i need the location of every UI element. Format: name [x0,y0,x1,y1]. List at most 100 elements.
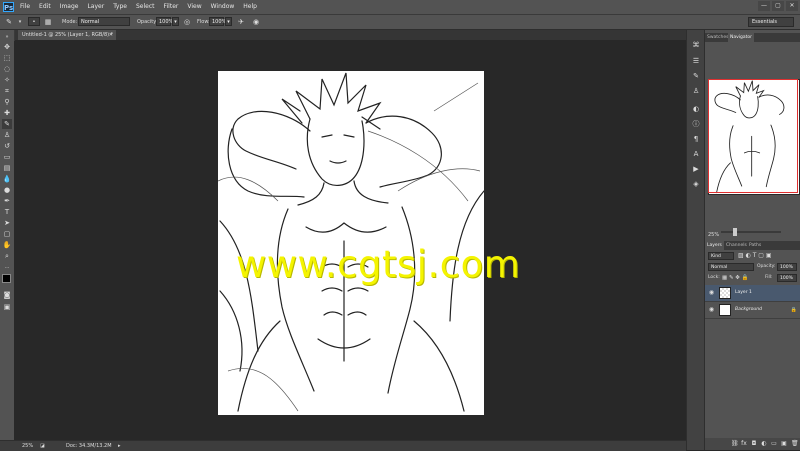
quick-mask-icon[interactable]: ◙ [2,290,12,300]
menu-help[interactable]: Help [243,0,257,14]
dodge-tool-icon[interactable]: ● [2,185,12,195]
character-panel-icon[interactable]: A [691,149,701,159]
layer-style-icon[interactable]: fx [741,438,747,450]
marquee-tool-icon[interactable]: ⬚ [2,53,12,63]
menu-filter[interactable]: Filter [164,0,179,14]
lasso-tool-icon[interactable]: ◌ [2,64,12,74]
airbrush-icon[interactable]: ✈ [237,18,245,26]
menu-bar: Ps File Edit Image Layer Type Select Fil… [0,0,800,15]
mode-label: Mode: [62,19,78,25]
hand-tool-icon[interactable]: ✋ [2,240,12,250]
eye-icon[interactable]: ◉ [708,306,715,313]
history-panel-icon[interactable]: ⌘ [691,40,701,50]
blend-mode-select[interactable]: Normal [708,263,754,271]
healing-brush-tool-icon[interactable]: ✚ [2,108,12,118]
menu-select[interactable]: Select [136,0,155,14]
link-layers-icon[interactable]: ⛓ [731,438,739,450]
menu-view[interactable]: View [187,0,201,14]
navigator-zoom-value[interactable]: 25% [708,232,719,238]
document-tab-bar: Untitled-1 @ 25% (Layer 1, RGB/8) * ✕ [14,30,686,40]
tab-layers[interactable]: Layers [705,241,724,250]
document-tab-close-icon[interactable]: ✕ [109,30,113,40]
color-panel-icon[interactable]: ◈ [691,179,701,189]
workspace-select[interactable]: Essentials [748,17,794,27]
add-mask-icon[interactable]: ◘ [751,438,757,450]
properties-panel-icon[interactable]: ☰ [691,56,701,66]
layer-name[interactable]: Layer 1 [735,285,752,301]
screen-mode-icon[interactable]: ▣ [2,302,12,312]
pen-tool-icon[interactable]: ✒ [2,196,12,206]
menu-image[interactable]: Image [60,0,79,14]
navigator-zoom-slider[interactable] [721,231,781,233]
eyedropper-tool-icon[interactable]: ⚲ [2,97,12,107]
eye-icon[interactable]: ◉ [708,289,715,296]
more-tools-icon[interactable]: … [2,262,12,272]
minimize-button[interactable]: — [758,1,770,11]
type-tool-icon[interactable]: T [2,207,12,217]
opacity-dropdown[interactable]: ▾ [172,17,179,26]
paragraph-panel-icon[interactable]: ¶ [691,134,701,144]
maximize-button[interactable]: ▢ [772,1,784,11]
tab-paths[interactable]: Paths [747,241,763,250]
delete-layer-icon[interactable]: 🗑 [791,438,799,450]
brush-size-picker[interactable]: • [28,17,40,26]
history-brush-tool-icon[interactable]: ↺ [2,141,12,151]
menu-file[interactable]: File [20,0,30,14]
mode-select[interactable]: Normal [78,17,130,26]
brush-panel-icon[interactable]: ▦ [44,18,52,26]
shape-tool-icon[interactable]: ▢ [2,229,12,239]
info-panel-icon[interactable]: ⓘ [691,119,701,129]
fill-input[interactable]: 100% [777,274,797,282]
document-tab[interactable]: Untitled-1 @ 25% (Layer 1, RGB/8) * ✕ [18,30,116,40]
layer-opacity-input[interactable]: 100% [777,263,797,271]
crop-tool-icon[interactable]: ⌗ [2,86,12,96]
adjustment-layer-icon[interactable]: ◐ [761,438,767,450]
layer-filter-kind-select[interactable]: Kind [708,252,734,260]
pressure-size-icon[interactable]: ◉ [252,18,260,26]
flow-input[interactable]: 100% [209,17,226,26]
navigator-zoom-slider-handle[interactable] [733,228,737,236]
canvas-area[interactable]: www.cgtsj.com [14,41,686,440]
layer-name[interactable]: Background [735,302,762,318]
flow-dropdown[interactable]: ▾ [225,17,232,26]
actions-panel-icon[interactable]: ▶ [691,164,701,174]
tab-navigator[interactable]: Navigator [728,33,755,42]
eraser-tool-icon[interactable]: ▭ [2,152,12,162]
menu-layer[interactable]: Layer [87,0,104,14]
menu-window[interactable]: Window [211,0,235,14]
adjustments-panel-icon[interactable]: ◐ [691,104,701,114]
foreground-color-swatch[interactable] [2,274,11,283]
tab-swatches[interactable]: Swatches [705,33,731,42]
brush-tool-icon[interactable]: ✎ [2,119,12,129]
clone-stamp-tool-icon[interactable]: ♙ [2,130,12,140]
gradient-tool-icon[interactable]: ▤ [2,163,12,173]
pressure-opacity-icon[interactable]: ◎ [183,18,191,26]
brush-tool-preset-icon[interactable]: ✎ [5,18,13,26]
move-tool-icon[interactable]: ✥ [2,42,12,52]
zoom-tool-icon[interactable]: ⌕ [2,251,12,261]
preset-dropdown-icon[interactable]: ▾ [16,18,24,26]
new-layer-icon[interactable]: ▣ [781,438,787,450]
panel-dock-strip: ⌘ ☰ ✎ ♙ ◐ ⓘ ¶ A ▶ ◈ [686,30,705,450]
layer-filter-icons[interactable]: ▨ ◐ T ▢ ▣ [738,252,772,260]
fill-label: Fill: [765,275,773,280]
layer-row-layer-1[interactable]: ◉ Layer 1 [705,285,800,302]
clone-source-panel-icon[interactable]: ♙ [691,86,701,96]
blur-tool-icon[interactable]: 💧 [2,174,12,184]
tab-channels[interactable]: Channels [724,241,749,250]
flow-label: Flow: [197,19,210,25]
opacity-input[interactable]: 100% [156,17,173,26]
brush-presets-panel-icon[interactable]: ✎ [691,71,701,81]
menu-type[interactable]: Type [113,0,127,14]
quick-select-tool-icon[interactable]: ✧ [2,75,12,85]
path-select-tool-icon[interactable]: ➤ [2,218,12,228]
close-button[interactable]: ✕ [786,1,798,11]
lock-icon: 🔒 [790,307,797,313]
layer-row-background[interactable]: ◉ Background 🔒 [705,302,800,319]
navigator-view-box[interactable] [708,79,798,193]
lock-icons[interactable]: ▦ ✎ ✥ 🔒 [722,274,749,282]
navigator-tab-bar: Swatches Navigator [705,33,800,42]
menu-edit[interactable]: Edit [39,0,51,14]
collapse-toolbar-icon[interactable]: » [2,32,12,42]
new-group-icon[interactable]: ▭ [771,438,777,450]
